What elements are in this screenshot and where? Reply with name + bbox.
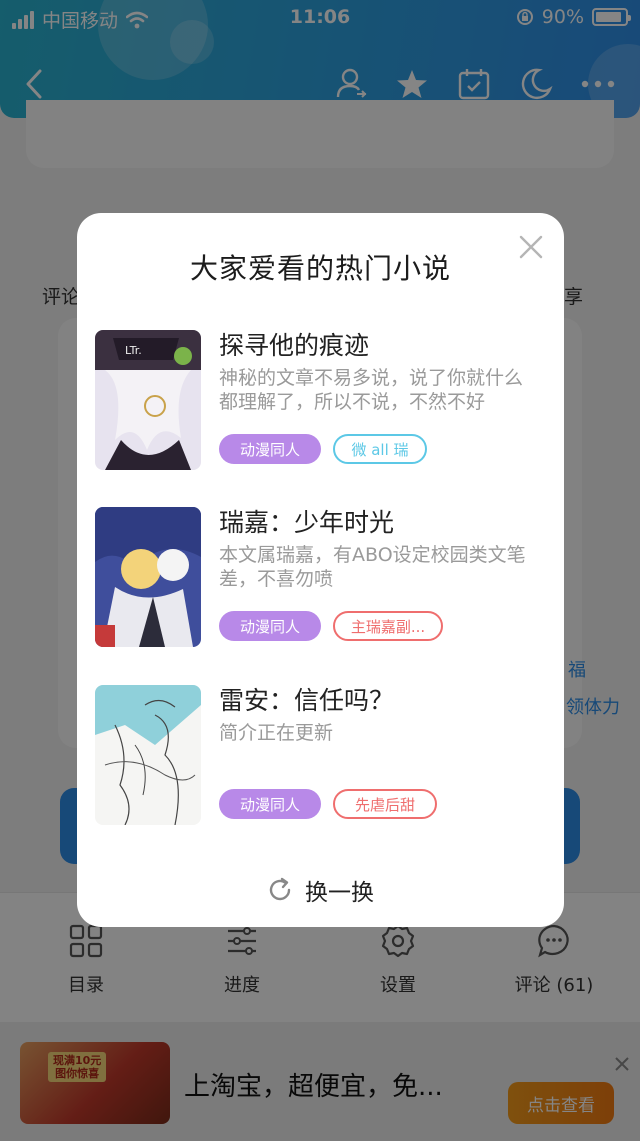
book-item[interactable]: 雷安：信任吗？ 简介正在更新 动漫同人 先虐后甜 <box>95 685 545 827</box>
hot-novels-dialog: 大家爱看的热门小说 LTr. 探寻他的痕迹 神秘的文章不易多说，说了你就什么都理… <box>77 213 564 927</box>
book-description: 神秘的文章不易多说，说了你就什么都理解了，所以不说，不然不好 <box>219 367 524 413</box>
book-cover[interactable] <box>95 507 201 647</box>
sub-tag: 微 all 瑞 <box>333 434 427 464</box>
book-item[interactable]: 瑞嘉：少年时光 本文属瑞嘉，有ABO设定校园类文笔差，不喜勿喷 动漫同人 主瑞嘉… <box>95 507 545 649</box>
book-description: 本文属瑞嘉，有ABO设定校园类文笔差，不喜勿喷 <box>219 544 526 590</box>
svg-text:LTr.: LTr. <box>125 344 142 357</box>
dialog-title: 大家爱看的热门小说 <box>189 252 451 285</box>
category-tag: 动漫同人 <box>219 789 321 819</box>
close-icon[interactable] <box>517 233 545 261</box>
book-title: 探寻他的痕迹 <box>219 331 370 360</box>
book-cover[interactable] <box>95 685 201 825</box>
refresh-label: 换一换 <box>305 880 374 906</box>
category-tag: 动漫同人 <box>219 611 321 641</box>
book-description: 简介正在更新 <box>219 722 334 744</box>
sub-tag: 主瑞嘉副... <box>333 611 443 641</box>
book-item[interactable]: LTr. 探寻他的痕迹 神秘的文章不易多说，说了你就什么都理解了，所以不说，不然… <box>95 330 545 472</box>
book-title: 瑞嘉：少年时光 <box>219 508 395 537</box>
refresh-icon <box>269 877 291 901</box>
sub-tag: 先虐后甜 <box>333 789 437 819</box>
refresh-button[interactable]: 换一换 <box>77 873 564 907</box>
category-tag: 动漫同人 <box>219 434 321 464</box>
book-cover[interactable]: LTr. <box>95 330 201 470</box>
book-title: 雷安：信任吗？ <box>219 686 395 715</box>
